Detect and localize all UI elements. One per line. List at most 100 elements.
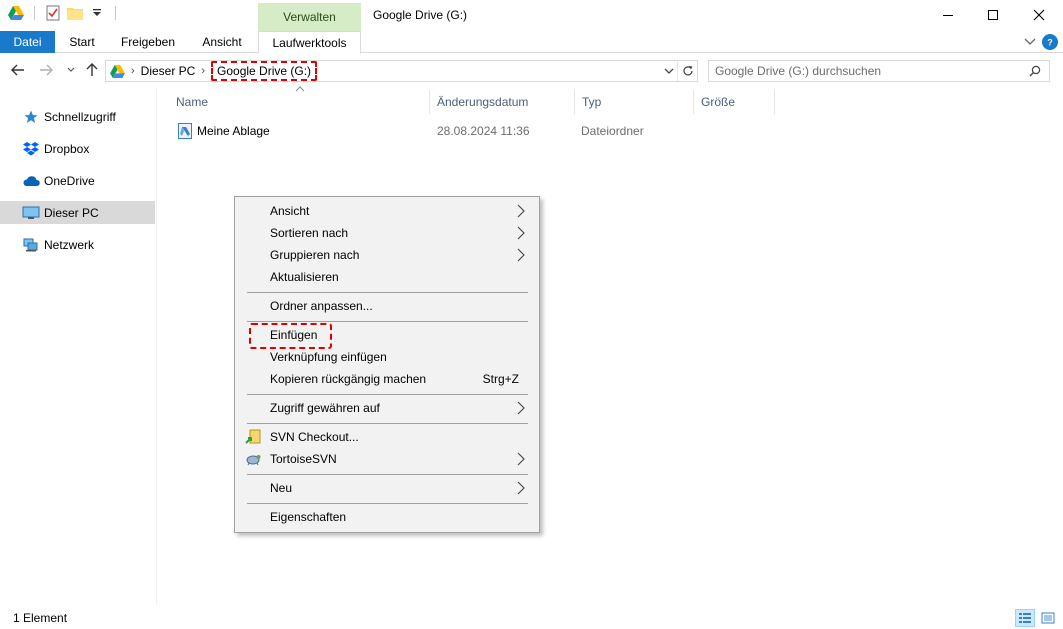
tab-datei[interactable]: Datei xyxy=(0,31,55,53)
navigation-row: › Dieser PC › Google Drive (G:) xyxy=(0,57,1063,85)
tab-start[interactable]: Start xyxy=(60,31,104,53)
shared-folder-icon xyxy=(178,123,192,139)
context-menu: Ansicht Sortieren nach Gruppieren nach A… xyxy=(234,196,540,533)
refresh-icon xyxy=(682,66,693,76)
file-row[interactable]: Meine Ablage 28.08.2024 11:36 Dateiordne… xyxy=(172,120,772,142)
arrow-right-icon xyxy=(40,64,53,76)
column-header-date[interactable]: Änderungsdatum xyxy=(431,90,575,114)
menu-item-label: Einfügen xyxy=(270,328,318,342)
nav-item-netzwerk[interactable]: Netzwerk xyxy=(0,233,155,256)
chevron-down-icon xyxy=(1024,38,1036,45)
address-dropdown-button[interactable] xyxy=(661,61,677,81)
large-icons-view-button[interactable] xyxy=(1038,609,1058,627)
window-title: Google Drive (G:) xyxy=(373,8,468,22)
nav-item-label: Schnellzugriff xyxy=(44,109,116,124)
menu-item-label: Zugriff gewähren auf xyxy=(270,401,380,415)
menu-item-zugriff-gewaehren[interactable]: Zugriff gewähren auf xyxy=(237,397,537,419)
breadcrumb-dieser-pc[interactable]: Dieser PC xyxy=(141,64,196,78)
computer-icon xyxy=(22,205,40,221)
menu-item-label: Sortieren nach xyxy=(270,226,349,240)
close-button[interactable] xyxy=(1016,0,1062,30)
expand-ribbon-button[interactable] xyxy=(1022,34,1038,50)
details-view-icon xyxy=(1019,613,1031,623)
menu-item-tortoisesvn[interactable]: TortoiseSVN xyxy=(237,448,537,470)
menu-item-label: Gruppieren nach xyxy=(270,248,360,262)
menu-item-verknuepfung-einfuegen[interactable]: Verknüpfung einfügen xyxy=(237,346,537,368)
back-button[interactable] xyxy=(8,60,28,80)
help-button[interactable]: ? xyxy=(1042,34,1058,50)
column-header-type[interactable]: Typ xyxy=(576,90,694,114)
close-icon xyxy=(1033,9,1045,21)
menu-item-neu[interactable]: Neu xyxy=(237,477,537,499)
chevron-right-icon xyxy=(517,248,527,262)
column-header-size[interactable]: Größe xyxy=(695,90,775,114)
arrow-left-icon xyxy=(11,64,24,76)
breadcrumb-chevron-icon: › xyxy=(131,65,135,77)
cloud-icon xyxy=(22,173,40,189)
recent-locations-button[interactable] xyxy=(61,60,81,80)
nav-item-dropbox[interactable]: Dropbox xyxy=(0,137,155,160)
title-bar: Verwalten Google Drive (G:) xyxy=(0,0,1063,31)
tab-ansicht[interactable]: Ansicht xyxy=(193,31,251,53)
menu-item-eigenschaften[interactable]: Eigenschaften xyxy=(237,506,537,528)
nav-item-onedrive[interactable]: OneDrive xyxy=(0,169,155,192)
large-icons-view-icon xyxy=(1041,612,1055,624)
menu-item-gruppieren-nach[interactable]: Gruppieren nach xyxy=(237,244,537,266)
chevron-right-icon xyxy=(517,481,527,495)
nav-item-label: Dieser PC xyxy=(44,205,99,220)
file-name: Meine Ablage xyxy=(197,124,270,138)
menu-item-sortieren-nach[interactable]: Sortieren nach xyxy=(237,222,537,244)
new-folder-icon[interactable] xyxy=(67,5,83,21)
menu-separator xyxy=(247,394,528,395)
search-icon[interactable] xyxy=(1027,63,1043,79)
menu-item-label: Ansicht xyxy=(270,204,310,218)
minimize-icon xyxy=(943,15,953,16)
contextual-tab-group: Verwalten xyxy=(258,3,361,31)
menu-item-kopieren-rueckgaengig[interactable]: Kopieren rückgängig machen Strg+Z xyxy=(237,368,537,390)
minimize-button[interactable] xyxy=(925,0,971,30)
maximize-button[interactable] xyxy=(970,0,1016,30)
menu-item-label: Eigenschaften xyxy=(270,510,347,524)
forward-button[interactable] xyxy=(36,60,56,80)
properties-icon[interactable] xyxy=(45,5,61,21)
menu-item-label: Kopieren rückgängig machen xyxy=(270,372,427,386)
network-icon xyxy=(22,237,40,253)
menu-item-label: Neu xyxy=(270,481,293,495)
address-bar[interactable]: › Dieser PC › Google Drive (G:) xyxy=(105,60,698,82)
quick-access-toolbar xyxy=(8,5,120,21)
menu-item-label: Verknüpfung einfügen xyxy=(270,350,387,364)
chevron-down-icon xyxy=(67,67,75,72)
menu-item-einfuegen[interactable]: Einfügen xyxy=(237,324,537,346)
file-date: 28.08.2024 11:36 xyxy=(437,124,530,138)
nav-item-schnellzugriff[interactable]: Schnellzugriff xyxy=(0,105,155,128)
nav-item-label: Dropbox xyxy=(44,141,90,156)
menu-item-shortcut: Strg+Z xyxy=(482,372,519,386)
maximize-icon xyxy=(988,10,998,20)
nav-item-dieser-pc[interactable]: Dieser PC xyxy=(0,201,155,224)
toolbar-divider xyxy=(34,6,35,20)
arrow-up-icon xyxy=(86,63,98,76)
menu-item-aktualisieren[interactable]: Aktualisieren xyxy=(237,266,537,288)
menu-item-ansicht[interactable]: Ansicht xyxy=(237,200,537,222)
menu-item-label: SVN Checkout... xyxy=(270,430,359,444)
tab-laufwerktools[interactable]: Laufwerktools xyxy=(258,31,361,54)
help-icon: ? xyxy=(1047,38,1053,48)
details-view-button[interactable] xyxy=(1015,609,1035,627)
tortoisesvn-icon xyxy=(245,451,261,467)
search-box[interactable] xyxy=(708,60,1050,82)
ribbon: Datei Start Freigeben Ansicht Laufwerkto… xyxy=(0,31,1063,54)
menu-item-ordner-anpassen[interactable]: Ordner anpassen... xyxy=(237,295,537,317)
search-input[interactable] xyxy=(709,61,1019,81)
svg-text:?: ? xyxy=(1047,38,1053,48)
up-button[interactable] xyxy=(82,60,102,80)
menu-item-label: TortoiseSVN xyxy=(270,452,337,466)
customize-toolbar-icon[interactable] xyxy=(89,5,105,21)
refresh-button[interactable] xyxy=(677,61,697,81)
chevron-right-icon xyxy=(517,401,527,415)
star-icon xyxy=(22,109,40,125)
nav-item-label: OneDrive xyxy=(44,173,95,188)
menu-item-svn-checkout[interactable]: SVN Checkout... xyxy=(237,426,537,448)
breadcrumb-google-drive[interactable]: Google Drive (G:) xyxy=(211,61,318,81)
column-header-name[interactable]: Name xyxy=(170,90,430,114)
tab-freigeben[interactable]: Freigeben xyxy=(113,31,183,53)
